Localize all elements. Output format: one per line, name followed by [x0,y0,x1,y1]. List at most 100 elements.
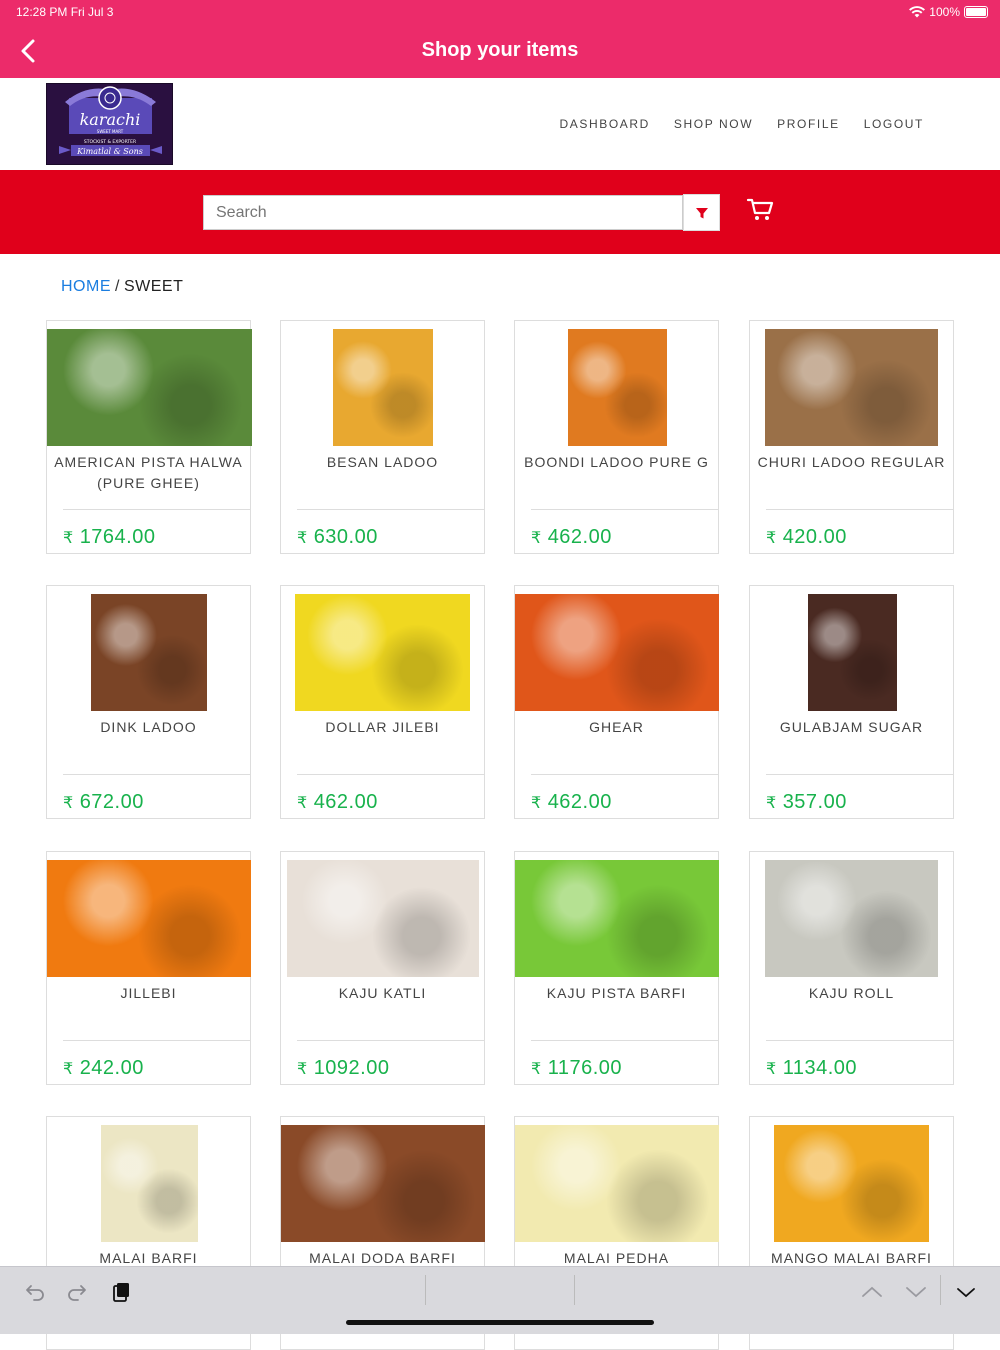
product-card[interactable]: KAJU ROLL ₹1134.00 [749,851,954,1085]
breadcrumb: HOME / SWEET [61,278,183,296]
rupee-symbol: ₹ [63,795,74,812]
svg-text:SWEET MART: SWEET MART [97,129,124,134]
product-name[interactable]: KAJU PISTA BARFI [521,983,712,1004]
toolbar-divider [940,1275,941,1305]
toolbar-divider [425,1275,426,1305]
product-image[interactable] [765,860,938,977]
card-divider [766,774,953,775]
product-card[interactable]: DINK LADOO ₹672.00 [46,585,251,819]
rupee-symbol: ₹ [766,530,777,547]
card-divider [297,774,484,775]
card-divider [297,509,484,510]
price-value: 1134.00 [782,1057,857,1079]
menu-profile[interactable]: PROFILE [777,117,840,131]
card-divider [766,509,953,510]
product-image[interactable] [47,329,252,446]
toolbar-divider [574,1275,575,1305]
card-divider [531,774,718,775]
product-image[interactable] [47,860,251,977]
product-price: ₹1092.00 [297,1057,389,1080]
menu-logout[interactable]: LOGOUT [864,117,924,131]
price-value: 242.00 [79,1057,144,1079]
product-image[interactable] [515,1125,719,1242]
dismiss-keyboard-icon[interactable] [955,1281,977,1303]
product-name[interactable]: BOONDI LADOO PURE G [521,452,712,473]
cart-icon[interactable] [746,196,774,222]
product-image[interactable] [295,594,470,711]
product-price: ₹420.00 [766,526,847,549]
card-divider [63,774,250,775]
product-price: ₹242.00 [63,1057,144,1080]
product-image[interactable] [808,594,897,711]
product-card[interactable]: BOONDI LADOO PURE G ₹462.00 [514,320,719,554]
previous-field-icon[interactable] [861,1281,883,1303]
redo-icon[interactable] [66,1281,88,1303]
product-card[interactable]: GHEAR ₹462.00 [514,585,719,819]
product-image[interactable] [333,329,433,446]
product-card[interactable]: GULABJAM SUGAR ₹357.00 [749,585,954,819]
filter-button[interactable] [683,194,720,231]
product-name[interactable]: CHURI LADOO REGULAR [756,452,947,473]
battery-icon [964,6,988,18]
product-name[interactable]: BESAN LADOO [287,452,478,473]
svg-text:STOCKIST & EXPORTER: STOCKIST & EXPORTER [84,139,136,145]
product-name[interactable]: KAJU ROLL [756,983,947,1004]
product-name[interactable]: KAJU KATLI [287,983,478,1004]
product-name[interactable]: JILLEBI [53,983,244,1004]
price-value: 357.00 [782,791,847,813]
rupee-symbol: ₹ [297,795,308,812]
paste-icon[interactable] [110,1281,132,1303]
product-image[interactable] [101,1125,198,1242]
product-name[interactable]: GHEAR [521,717,712,738]
product-card[interactable]: KAJU PISTA BARFI ₹1176.00 [514,851,719,1085]
product-image[interactable] [765,329,938,446]
product-image[interactable] [515,860,719,977]
rupee-symbol: ₹ [766,795,777,812]
product-name[interactable]: DOLLAR JILEBI [287,717,478,738]
product-card[interactable]: KAJU KATLI ₹1092.00 [280,851,485,1085]
product-image[interactable] [515,594,719,711]
product-card[interactable]: DOLLAR JILEBI ₹462.00 [280,585,485,819]
rupee-symbol: ₹ [297,1061,308,1078]
breadcrumb-separator: / [115,278,120,295]
brand-logo-art: karachi SWEET MART STOCKIST & EXPORTER K… [47,84,172,164]
breadcrumb-home[interactable]: HOME [61,278,111,295]
price-value: 1764.00 [79,526,156,548]
product-name[interactable]: AMERICAN PISTA HALWA (PURE GHEE) [53,452,244,494]
next-field-icon[interactable] [905,1281,927,1303]
price-value: 462.00 [547,791,612,813]
price-value: 630.00 [313,526,378,548]
product-image[interactable] [287,860,479,977]
product-image[interactable] [568,329,667,446]
menu-dashboard[interactable]: DASHBOARD [559,117,649,131]
rupee-symbol: ₹ [63,530,74,547]
wifi-icon [909,6,926,18]
product-name[interactable]: DINK LADOO [53,717,244,738]
product-price: ₹462.00 [531,791,612,814]
product-image[interactable] [281,1125,485,1242]
product-image[interactable] [774,1125,929,1242]
price-value: 420.00 [782,526,847,548]
brand-logo[interactable]: karachi SWEET MART STOCKIST & EXPORTER K… [46,83,173,165]
product-card[interactable]: JILLEBI ₹242.00 [46,851,251,1085]
nav-bar: Shop your items [0,24,1000,78]
price-value: 462.00 [547,526,612,548]
product-name[interactable]: GULABJAM SUGAR [756,717,947,738]
price-value: 1176.00 [547,1057,622,1079]
menu-shop-now[interactable]: SHOP NOW [674,117,753,131]
product-price: ₹672.00 [63,791,144,814]
product-card[interactable]: CHURI LADOO REGULAR ₹420.00 [749,320,954,554]
page-title: Shop your items [421,39,579,61]
battery-percent: 100% [929,5,960,19]
product-card[interactable]: AMERICAN PISTA HALWA (PURE GHEE) ₹1764.00 [46,320,252,554]
filter-icon [695,207,708,218]
price-value: 1092.00 [313,1057,390,1079]
product-card[interactable]: BESAN LADOO ₹630.00 [280,320,485,554]
product-price: ₹1764.00 [63,526,155,549]
product-image[interactable] [91,594,207,711]
search-input[interactable] [203,195,683,230]
product-price: ₹1176.00 [531,1057,622,1080]
undo-icon[interactable] [24,1281,46,1303]
rupee-symbol: ₹ [531,1061,542,1078]
price-value: 462.00 [313,791,378,813]
